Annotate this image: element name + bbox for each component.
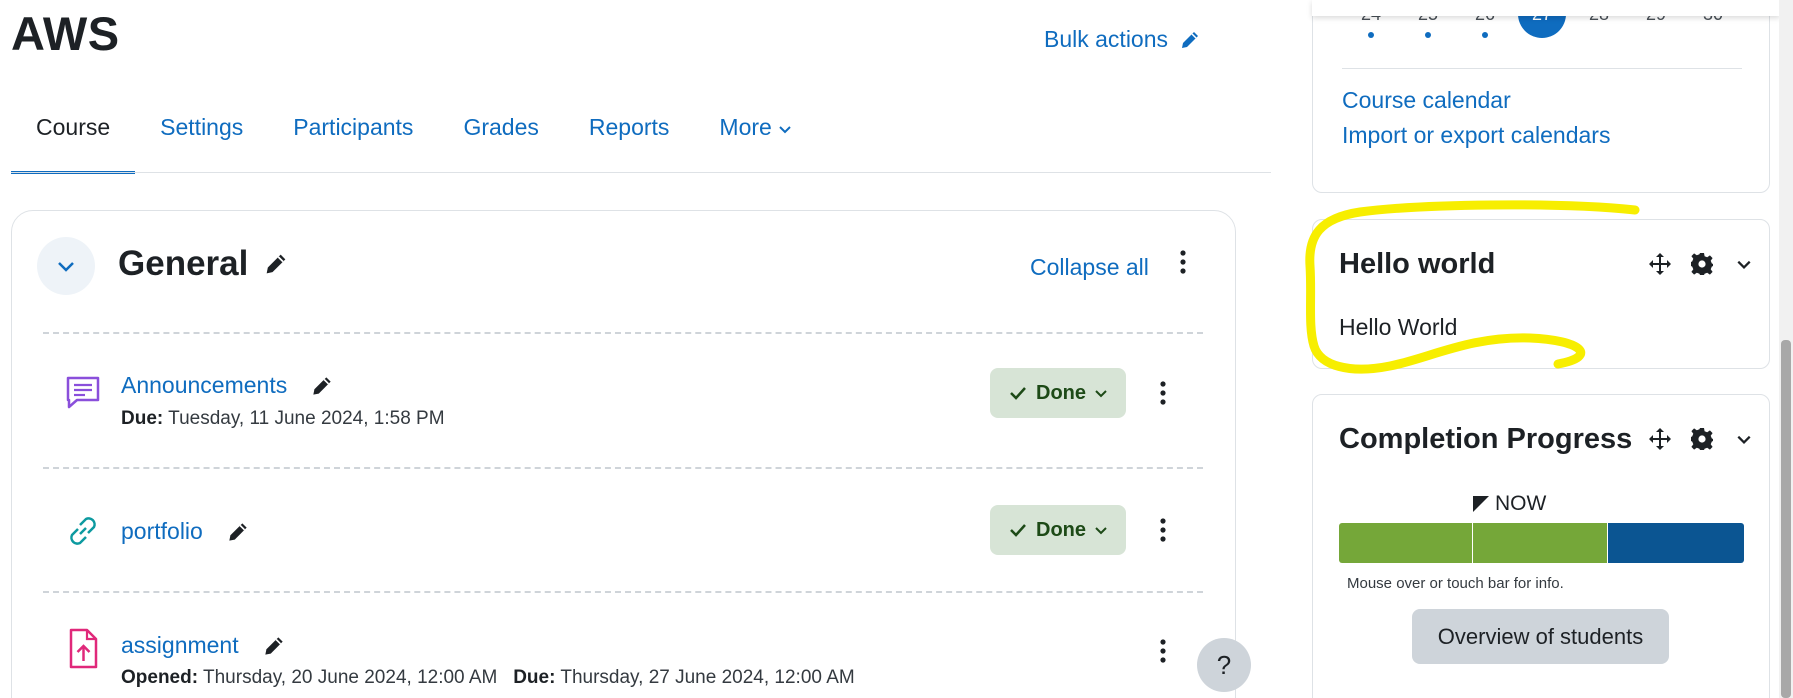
tab-participants-label: Participants: [293, 114, 414, 140]
gear-icon[interactable]: [1689, 426, 1715, 452]
activity-divider: [43, 332, 1203, 334]
activity-assignment: assignment: [121, 632, 287, 659]
due-value: Thursday, 27 June 2024, 12:00 AM: [560, 667, 855, 688]
hello-block-content: Hello World: [1339, 314, 1458, 340]
due-label: Due:: [121, 408, 164, 429]
tab-settings-label: Settings: [160, 114, 244, 140]
tabs-divider: [11, 172, 1271, 173]
bulk-actions-link[interactable]: Bulk actions: [1044, 26, 1202, 53]
hello-world-block: [1312, 219, 1770, 369]
url-link-icon: [61, 509, 105, 553]
progress-segment-incomplete[interactable]: [1608, 523, 1744, 563]
course-tabs: Course Settings Participants Grades Repo…: [11, 96, 817, 174]
opened-value: Thursday, 20 June 2024, 12:00 AM: [203, 667, 498, 688]
calendar-event-dot: [1482, 32, 1488, 38]
calendar-event-dot: [1368, 32, 1374, 38]
pencil-icon[interactable]: [261, 633, 287, 659]
tab-grades[interactable]: Grades: [438, 96, 563, 174]
completion-done-button[interactable]: Done: [990, 368, 1126, 418]
section-title: General: [118, 244, 290, 284]
progress-hint: Mouse over or touch bar for info.: [1347, 575, 1564, 592]
tab-more[interactable]: More: [694, 96, 816, 174]
tab-course[interactable]: Course: [11, 96, 136, 174]
activity-dates: Due: Tuesday, 11 June 2024, 1:58 PM: [121, 408, 445, 430]
chevron-down-icon: [1095, 527, 1107, 535]
gear-icon[interactable]: [1689, 251, 1715, 277]
header-overlay: [1312, 0, 1780, 16]
section-menu-kebab-icon[interactable]: [1171, 244, 1195, 280]
activity-menu-kebab-icon[interactable]: [1151, 375, 1175, 411]
block-controls: [1647, 426, 1757, 452]
due-label: Due:: [513, 667, 556, 688]
activity-menu-kebab-icon[interactable]: [1151, 512, 1175, 548]
block-controls: [1647, 251, 1757, 277]
tab-settings[interactable]: Settings: [135, 96, 268, 174]
pencil-icon[interactable]: [225, 519, 251, 545]
progress-segment-complete[interactable]: [1339, 523, 1473, 563]
tab-reports-label: Reports: [588, 114, 670, 140]
section-title-text: General: [118, 244, 249, 283]
activity-announcements: Announcements: [121, 372, 335, 399]
calendar-event-dot: [1425, 32, 1431, 38]
assignment-icon: [61, 627, 105, 671]
progress-bar[interactable]: [1339, 523, 1744, 563]
completion-done-button[interactable]: Done: [990, 505, 1126, 555]
completion-label: Done: [1036, 518, 1086, 541]
section-collapse-toggle[interactable]: [37, 237, 95, 295]
help-button[interactable]: ?: [1197, 638, 1251, 692]
activity-portfolio: portfolio: [121, 518, 251, 545]
chevron-down-icon[interactable]: [1731, 251, 1757, 277]
move-icon[interactable]: [1647, 426, 1673, 452]
pencil-icon[interactable]: [309, 373, 335, 399]
overview-of-students-button[interactable]: Overview of students: [1412, 609, 1669, 664]
due-value: Tuesday, 11 June 2024, 1:58 PM: [168, 408, 445, 429]
move-icon[interactable]: [1647, 251, 1673, 277]
opened-label: Opened:: [121, 667, 199, 688]
check-icon: [1010, 387, 1026, 400]
progress-block-title: Completion Progress: [1339, 423, 1633, 455]
now-marker-icon: [1473, 496, 1489, 512]
calendar-divider: [1342, 68, 1742, 69]
activity-divider: [43, 591, 1203, 593]
tab-reports[interactable]: Reports: [564, 96, 695, 174]
chevron-down-icon: [778, 115, 792, 142]
completion-label: Done: [1036, 381, 1086, 404]
pencil-icon[interactable]: [262, 250, 290, 278]
page-title: AWS: [11, 7, 120, 60]
progress-segment-complete[interactable]: [1473, 523, 1608, 563]
activity-dates: Opened: Thursday, 20 June 2024, 12:00 AM…: [121, 667, 855, 689]
now-label: NOW: [1495, 492, 1547, 515]
activity-link-announcements[interactable]: Announcements: [121, 372, 287, 399]
bulk-actions-label: Bulk actions: [1044, 26, 1169, 52]
import-export-calendars-link[interactable]: Import or export calendars: [1342, 122, 1610, 149]
collapse-all-link[interactable]: Collapse all: [1030, 254, 1149, 281]
pencil-icon: [1182, 31, 1199, 48]
tab-participants[interactable]: Participants: [268, 96, 438, 174]
activity-menu-kebab-icon[interactable]: [1151, 633, 1175, 669]
chevron-down-icon[interactable]: [1731, 426, 1757, 452]
scrollbar-thumb[interactable]: [1781, 340, 1791, 698]
check-icon: [1010, 524, 1026, 537]
chevron-down-icon: [1095, 390, 1107, 398]
forum-icon: [61, 370, 105, 414]
activity-divider: [43, 467, 1203, 469]
progress-now-marker: NOW: [1473, 492, 1546, 516]
course-calendar-link[interactable]: Course calendar: [1342, 87, 1511, 114]
activity-link-portfolio[interactable]: portfolio: [121, 518, 203, 545]
hello-block-title: Hello world: [1339, 248, 1496, 280]
tab-grades-label: Grades: [463, 114, 539, 140]
chevron-down-icon: [58, 262, 74, 272]
activity-link-assignment[interactable]: assignment: [121, 632, 239, 659]
tab-course-label: Course: [36, 114, 111, 140]
tab-more-label: More: [719, 114, 772, 140]
